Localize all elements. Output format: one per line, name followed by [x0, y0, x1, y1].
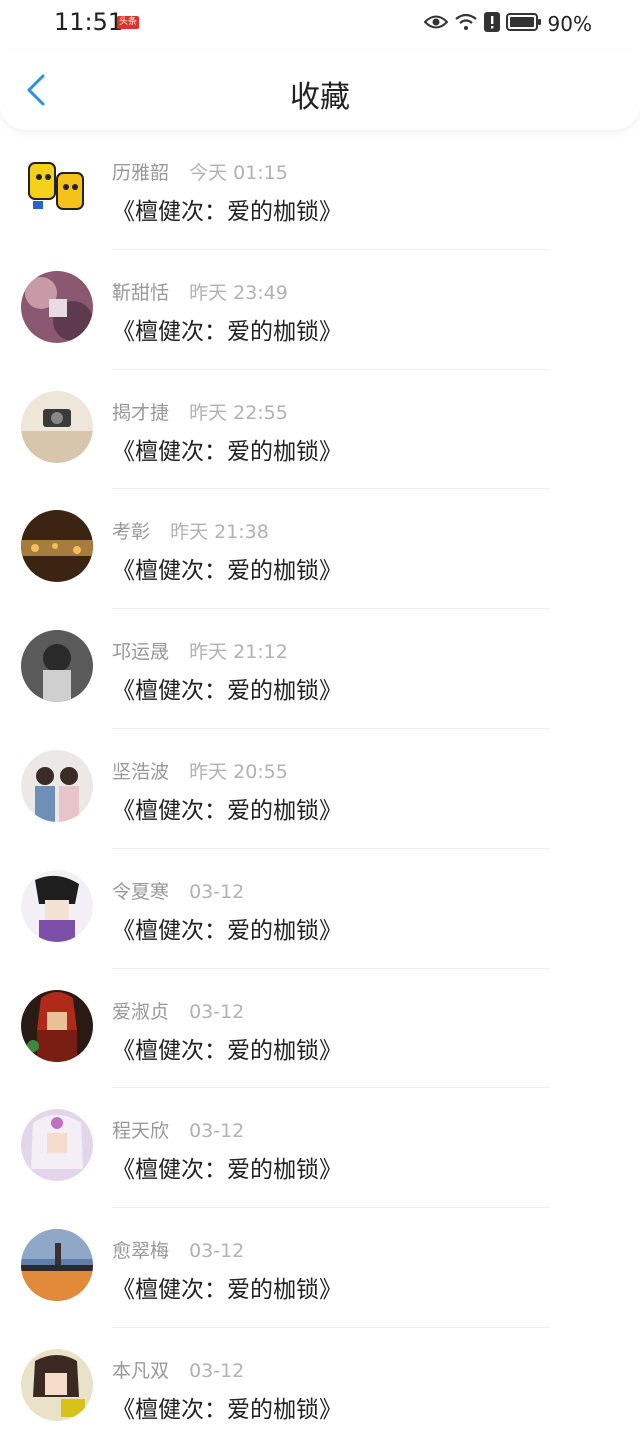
list-item[interactable]: 令夏寒 03-12 《檀健次：爱的枷锁》 [0, 849, 640, 969]
list-item[interactable]: 邛运晟 昨天 21:12 《檀健次：爱的枷锁》 [0, 609, 640, 729]
list-item[interactable]: 程天欣 03-12 《檀健次：爱的枷锁》 [0, 1088, 640, 1209]
author-name: 愈翠梅 [112, 1240, 170, 1263]
item-meta: 令夏寒 03-12 [112, 877, 244, 904]
news-app-badge: 头条 [117, 16, 140, 29]
article-title: 《檀健次：爱的枷锁》 [112, 1157, 342, 1184]
avatar [21, 151, 93, 223]
status-icons: 90% [423, 10, 592, 38]
item-meta: 揭才捷 昨天 22:55 [112, 398, 288, 425]
list-item[interactable]: 本凡双 03-12 《檀健次：爱的枷锁》 [0, 1328, 640, 1448]
list-item[interactable]: 爱淑贞 03-12 《檀健次：爱的枷锁》 [0, 969, 640, 1089]
article-title: 《檀健次：爱的枷锁》 [112, 318, 342, 345]
list-item[interactable]: 历雅韶 今天 01:15 《檀健次：爱的枷锁》 [0, 130, 640, 250]
timestamp: 03-12 [189, 1240, 245, 1263]
status-time: 11:51 [54, 8, 124, 36]
item-meta: 考彰 昨天 21:38 [112, 517, 269, 544]
list-item[interactable]: 坚浩波 昨天 20:55 《檀健次：爱的枷锁》 [0, 729, 640, 849]
favorites-list: 历雅韶 今天 01:15 《檀健次：爱的枷锁》 靳甜恬 昨天 23:49 《檀健… [0, 130, 640, 1448]
avatar [21, 1229, 93, 1302]
list-item[interactable]: 考彰 昨天 21:38 《檀健次：爱的枷锁》 [0, 489, 640, 610]
battery-percentage: 90% [547, 12, 592, 36]
item-meta: 程天欣 03-12 [112, 1116, 244, 1143]
article-title: 《檀健次：爱的枷锁》 [112, 1396, 342, 1423]
article-title: 《檀健次：爱的枷锁》 [112, 1277, 342, 1304]
avatar [21, 989, 93, 1062]
author-name: 本凡双 [112, 1359, 170, 1382]
author-name: 邛运晟 [112, 641, 170, 664]
item-meta: 邛运晟 昨天 21:12 [112, 637, 288, 664]
timestamp: 昨天 23:49 [189, 281, 288, 304]
timestamp: 03-12 [189, 1359, 245, 1382]
avatar [21, 270, 93, 343]
avatar [21, 1109, 93, 1182]
list-item[interactable]: 靳甜恬 昨天 23:49 《檀健次：爱的枷锁》 [0, 250, 640, 370]
article-title: 《檀健次：爱的枷锁》 [112, 199, 342, 225]
item-meta: 本凡双 03-12 [112, 1356, 244, 1383]
author-name: 靳甜恬 [112, 281, 170, 304]
page-title: 收藏 [290, 80, 350, 115]
author-name: 坚浩波 [112, 760, 170, 783]
article-title: 《檀健次：爱的枷锁》 [112, 917, 342, 944]
avatar [21, 630, 93, 703]
author-name: 令夏寒 [112, 880, 170, 903]
author-name: 考彰 [112, 521, 151, 544]
item-meta: 靳甜恬 昨天 23:49 [112, 278, 288, 305]
timestamp: 03-12 [189, 1120, 245, 1143]
avatar [21, 390, 93, 463]
timestamp: 昨天 20:55 [189, 760, 288, 783]
timestamp: 03-12 [189, 880, 245, 903]
author-name: 揭才捷 [112, 401, 170, 424]
battery-icon [505, 13, 542, 35]
article-title: 《檀健次：爱的枷锁》 [112, 558, 342, 585]
author-name: 程天欣 [112, 1120, 170, 1143]
alert-sim-icon [483, 12, 500, 36]
eye-icon [423, 13, 448, 35]
timestamp: 今天 01:15 [189, 162, 288, 184]
timestamp: 昨天 21:38 [170, 521, 269, 544]
article-title: 《檀健次：爱的枷锁》 [112, 678, 342, 705]
header-bar: 收藏 [0, 50, 640, 130]
avatar [21, 869, 93, 942]
list-item[interactable]: 揭才捷 昨天 22:55 《檀健次：爱的枷锁》 [0, 370, 640, 490]
timestamp: 昨天 21:12 [189, 641, 288, 664]
item-meta: 爱淑贞 03-12 [112, 997, 244, 1024]
article-title: 《檀健次：爱的枷锁》 [112, 438, 342, 465]
avatar [21, 749, 93, 822]
author-name: 历雅韶 [112, 162, 170, 184]
article-title: 《檀健次：爱的枷锁》 [112, 1037, 342, 1064]
status-bar: 11:51 头条 90% [0, 0, 640, 50]
author-name: 爱淑贞 [112, 1000, 170, 1023]
avatar [21, 1348, 93, 1421]
item-meta: 历雅韶 今天 01:15 [112, 158, 288, 185]
timestamp: 昨天 22:55 [189, 401, 288, 424]
avatar [21, 510, 93, 583]
article-title: 《檀健次：爱的枷锁》 [112, 797, 342, 824]
item-meta: 坚浩波 昨天 20:55 [112, 757, 288, 784]
wifi-icon [454, 12, 478, 36]
list-item[interactable]: 愈翠梅 03-12 《檀健次：爱的枷锁》 [0, 1208, 640, 1328]
item-meta: 愈翠梅 03-12 [112, 1236, 244, 1263]
timestamp: 03-12 [189, 1000, 245, 1023]
